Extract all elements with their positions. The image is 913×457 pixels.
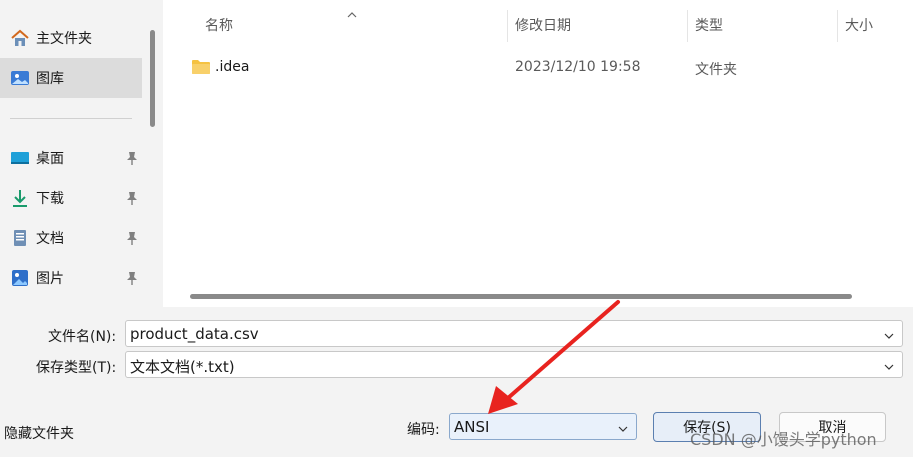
chevron-down-icon[interactable] <box>884 360 894 370</box>
column-separator[interactable] <box>837 10 838 42</box>
filetype-label: 保存类型(T): <box>36 360 117 376</box>
pin-icon[interactable] <box>126 191 138 205</box>
pin-icon[interactable] <box>126 231 138 245</box>
nav-item-pictures[interactable]: 图片 <box>0 258 142 298</box>
download-icon <box>10 188 30 208</box>
watermark: CSDN @小馒头学python <box>690 430 877 449</box>
nav-item-label: 下载 <box>36 191 64 207</box>
filetype-select[interactable]: 文本文档(*.txt) <box>125 351 903 378</box>
filename-input[interactable]: product_data.csv <box>125 320 903 347</box>
document-icon <box>10 228 30 248</box>
encoding-select[interactable]: ANSI <box>449 413 637 440</box>
column-separator[interactable] <box>687 10 688 42</box>
encoding-value: ANSI <box>454 418 490 436</box>
filename-value: product_data.csv <box>130 325 259 343</box>
table-row[interactable]: .idea 2023/12/10 19:58 文件夹 <box>183 50 883 86</box>
chevron-down-icon[interactable] <box>618 422 628 432</box>
column-separator[interactable] <box>507 10 508 42</box>
file-type: 文件夹 <box>695 62 737 78</box>
nav-item-label: 主文件夹 <box>36 31 92 47</box>
column-header-type[interactable]: 类型 <box>695 0 723 42</box>
nav-divider <box>10 118 132 119</box>
column-header-modified[interactable]: 修改日期 <box>515 0 571 42</box>
file-list: 名称 修改日期 类型 大小 .idea 2023/12/10 19:58 文件夹 <box>163 0 913 307</box>
nav-item-documents[interactable]: 文档 <box>0 218 142 258</box>
nav-item-label: 文档 <box>36 231 64 247</box>
file-name: .idea <box>215 59 250 75</box>
nav-item-label: 图库 <box>36 71 64 87</box>
nav-item-downloads[interactable]: 下载 <box>0 178 142 218</box>
filetype-value: 文本文档(*.txt) <box>130 358 235 376</box>
chevron-down-icon[interactable] <box>884 329 894 339</box>
pictures-icon <box>10 268 30 288</box>
desktop-icon <box>10 148 30 168</box>
nav-item-gallery[interactable]: 图库 <box>0 58 142 98</box>
horizontal-scrollbar-thumb[interactable] <box>190 294 852 299</box>
home-icon <box>10 28 30 48</box>
pin-icon[interactable] <box>126 271 138 285</box>
folder-icon <box>191 59 211 79</box>
encoding-label: 编码: <box>407 422 440 438</box>
file-modified: 2023/12/10 19:58 <box>515 59 641 75</box>
nav-item-home[interactable]: 主文件夹 <box>0 18 142 58</box>
column-header-name[interactable]: 名称 <box>205 0 233 42</box>
sort-ascending-icon <box>347 6 357 22</box>
gallery-icon <box>10 68 30 88</box>
nav-scrollbar-thumb[interactable] <box>150 30 155 127</box>
nav-item-desktop[interactable]: 桌面 <box>0 138 142 178</box>
nav-item-label: 图片 <box>36 271 64 287</box>
filename-label: 文件名(N): <box>48 329 117 345</box>
nav-item-label: 桌面 <box>36 151 64 167</box>
hide-folders-toggle[interactable]: 隐藏文件夹 <box>4 423 74 443</box>
column-header-size[interactable]: 大小 <box>845 0 873 42</box>
pin-icon[interactable] <box>126 151 138 165</box>
navigation-pane: 主文件夹 图库 桌面 下载 文档 图片 <box>0 0 160 307</box>
